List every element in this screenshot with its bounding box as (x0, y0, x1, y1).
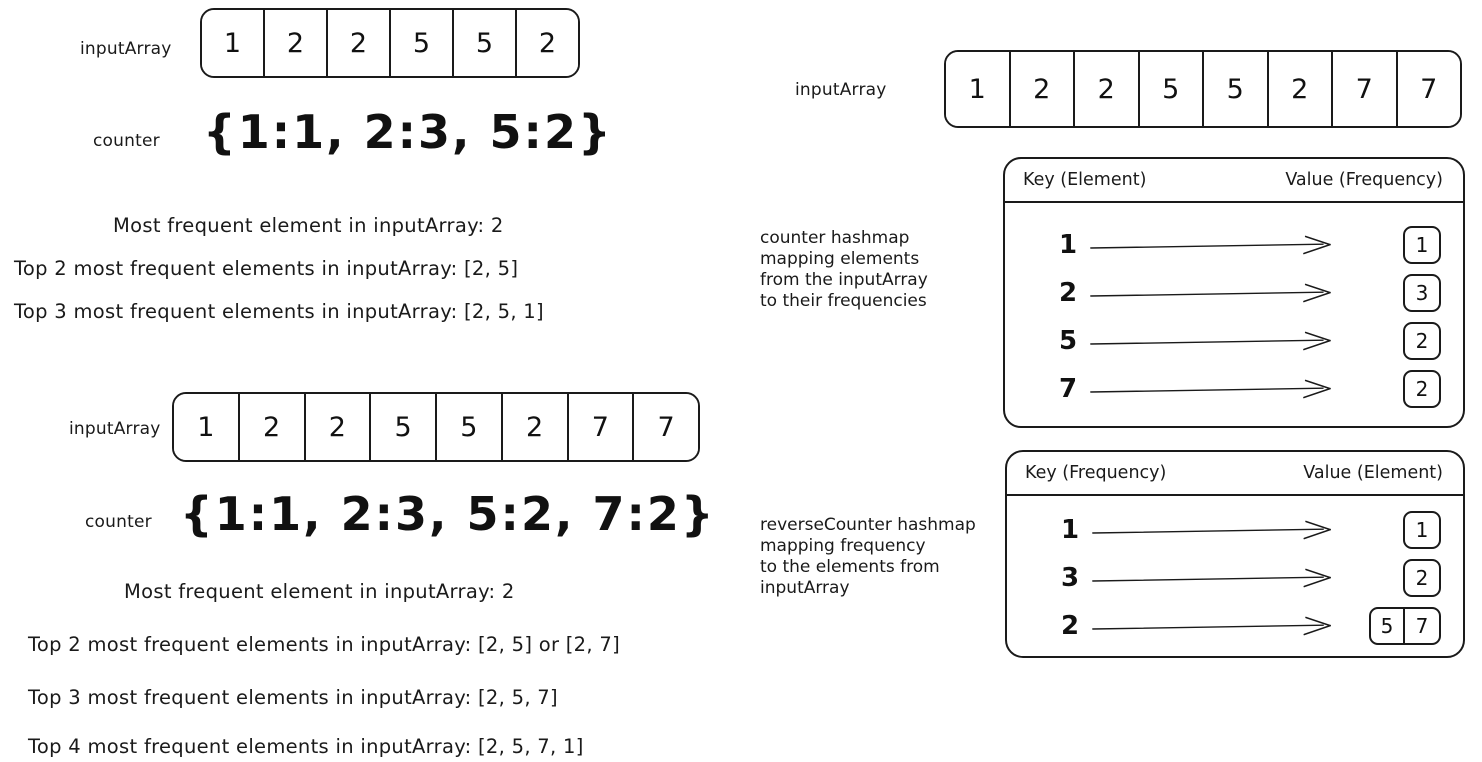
array-cell: 7 (1397, 52, 1460, 126)
example-two-counter-label: counter (85, 512, 152, 532)
example-one-input-array: 122552 (200, 8, 580, 78)
arrow-right-icon (1089, 282, 1351, 304)
counter-map-key: 2 (1059, 278, 1078, 308)
counter-panel-header: Key (Element) Value (Frequency) (1005, 159, 1463, 203)
array-cell: 2 (239, 394, 306, 460)
arrow-right-icon (1089, 378, 1351, 400)
reverse-counter-map-row: 2 57 (1007, 602, 1463, 650)
reverse-counter-map-value-cell: 2 (1415, 566, 1429, 590)
arrow-right-icon (1089, 234, 1351, 256)
array-cell: 2 (517, 10, 578, 76)
array-cell: 2 (305, 394, 372, 460)
array-cell: 1 (174, 394, 240, 460)
array-cell: 5 (437, 394, 503, 460)
reverse-counter-map-row: 11 (1007, 506, 1463, 554)
arrow-right-icon (1089, 330, 1351, 352)
array-cell: 7 (1333, 52, 1398, 126)
counter-map-value-cell: 1 (1415, 233, 1429, 257)
reverse-counter-panel-header: Key (Frequency) Value (Element) (1007, 452, 1463, 496)
reverse-counter-map-key: 2 (1061, 611, 1080, 641)
array-cell: 2 (265, 10, 328, 76)
reverse-counter-map-value-cell: 5 (1371, 609, 1405, 643)
array-cell: 5 (454, 10, 517, 76)
counter-map-value-cell: 3 (1415, 281, 1429, 305)
reverse-counter-key-header: Key (Frequency) (1025, 463, 1167, 483)
array-cell: 2 (1075, 52, 1140, 126)
counter-panel-rows: 11235272 (1005, 203, 1463, 413)
reverse-counter-map-key: 3 (1061, 563, 1080, 593)
array-cell: 5 (1139, 52, 1204, 126)
array-cell: 2 (1010, 52, 1075, 126)
arrow-right-icon (1091, 615, 1351, 637)
example-one-array-label: inputArray (80, 39, 172, 59)
reverse-counter-map-value: 2 (1403, 559, 1441, 597)
example-two-result-2: Top 3 most frequent elements in inputArr… (28, 686, 558, 709)
counter-hashmap-panel: Key (Element) Value (Frequency) 11235272 (1003, 157, 1465, 428)
example-two-result-1: Top 2 most frequent elements in inputArr… (28, 633, 620, 656)
array-cell: 2 (502, 394, 569, 460)
counter-hashmap-annotation: counter hashmap mapping elements from th… (760, 228, 928, 311)
example-two-array-label: inputArray (69, 419, 161, 439)
counter-map-row: 72 (1005, 365, 1463, 413)
counter-map-value: 3 (1403, 274, 1441, 312)
example-one-counter-label: counter (93, 131, 160, 151)
counter-map-value: 1 (1403, 226, 1441, 264)
arrow-right-icon (1091, 519, 1351, 541)
example-one-result-2: Top 3 most frequent elements in inputArr… (14, 300, 544, 323)
counter-map-key: 7 (1059, 374, 1078, 404)
reverse-counter-map-value-cell: 1 (1415, 518, 1429, 542)
example-two-result-3: Top 4 most frequent elements in inputArr… (28, 735, 584, 758)
array-cell: 7 (568, 394, 635, 460)
array-cell: 5 (371, 394, 437, 460)
reverse-counter-panel-rows: 1132257 (1007, 496, 1463, 650)
arrow-right-icon (1091, 567, 1351, 589)
counter-map-value-cell: 2 (1415, 329, 1429, 353)
counter-map-value: 2 (1403, 322, 1441, 360)
example-one-result-0: Most frequent element in inputArray: 2 (113, 214, 504, 237)
diagram-canvas: inputArray 122552 counter {1:1, 2:3, 5:2… (0, 0, 1482, 762)
array-cell: 7 (634, 394, 698, 460)
counter-map-key: 5 (1059, 326, 1078, 356)
array-cell: 1 (946, 52, 1011, 126)
example-two-input-array: 12255277 (172, 392, 700, 462)
array-cell: 1 (202, 10, 265, 76)
right-input-array-label: inputArray (795, 80, 887, 100)
reverse-counter-map-value: 57 (1369, 607, 1441, 645)
reverse-counter-value-header: Value (Element) (1303, 463, 1443, 483)
array-cell: 2 (328, 10, 391, 76)
array-cell: 2 (1268, 52, 1333, 126)
right-input-array: 12255277 (944, 50, 1462, 128)
counter-map-row: 52 (1005, 317, 1463, 365)
reverse-counter-map-row: 32 (1007, 554, 1463, 602)
counter-map-row: 11 (1005, 221, 1463, 269)
example-two-result-0: Most frequent element in inputArray: 2 (124, 580, 515, 603)
reverse-counter-map-key: 1 (1061, 515, 1080, 545)
counter-map-value: 2 (1403, 370, 1441, 408)
array-cell: 5 (1204, 52, 1269, 126)
counter-map-key: 1 (1059, 230, 1078, 260)
example-one-counter-dict: {1:1, 2:3, 5:2} (203, 105, 613, 159)
counter-map-row: 23 (1005, 269, 1463, 317)
reverse-counter-hashmap-panel: Key (Frequency) Value (Element) 1132257 (1005, 450, 1465, 658)
counter-key-header: Key (Element) (1023, 170, 1147, 190)
counter-map-value-cell: 2 (1415, 377, 1429, 401)
reverse-counter-map-value: 1 (1403, 511, 1441, 549)
counter-value-header: Value (Frequency) (1285, 170, 1443, 190)
example-two-counter-dict: {1:1, 2:3, 5:2, 7:2} (180, 487, 716, 541)
reverse-counter-hashmap-annotation: reverseCounter hashmap mapping frequency… (760, 515, 976, 598)
array-cell: 5 (391, 10, 454, 76)
example-one-result-1: Top 2 most frequent elements in inputArr… (14, 257, 519, 280)
reverse-counter-map-value-cell: 7 (1415, 614, 1429, 638)
